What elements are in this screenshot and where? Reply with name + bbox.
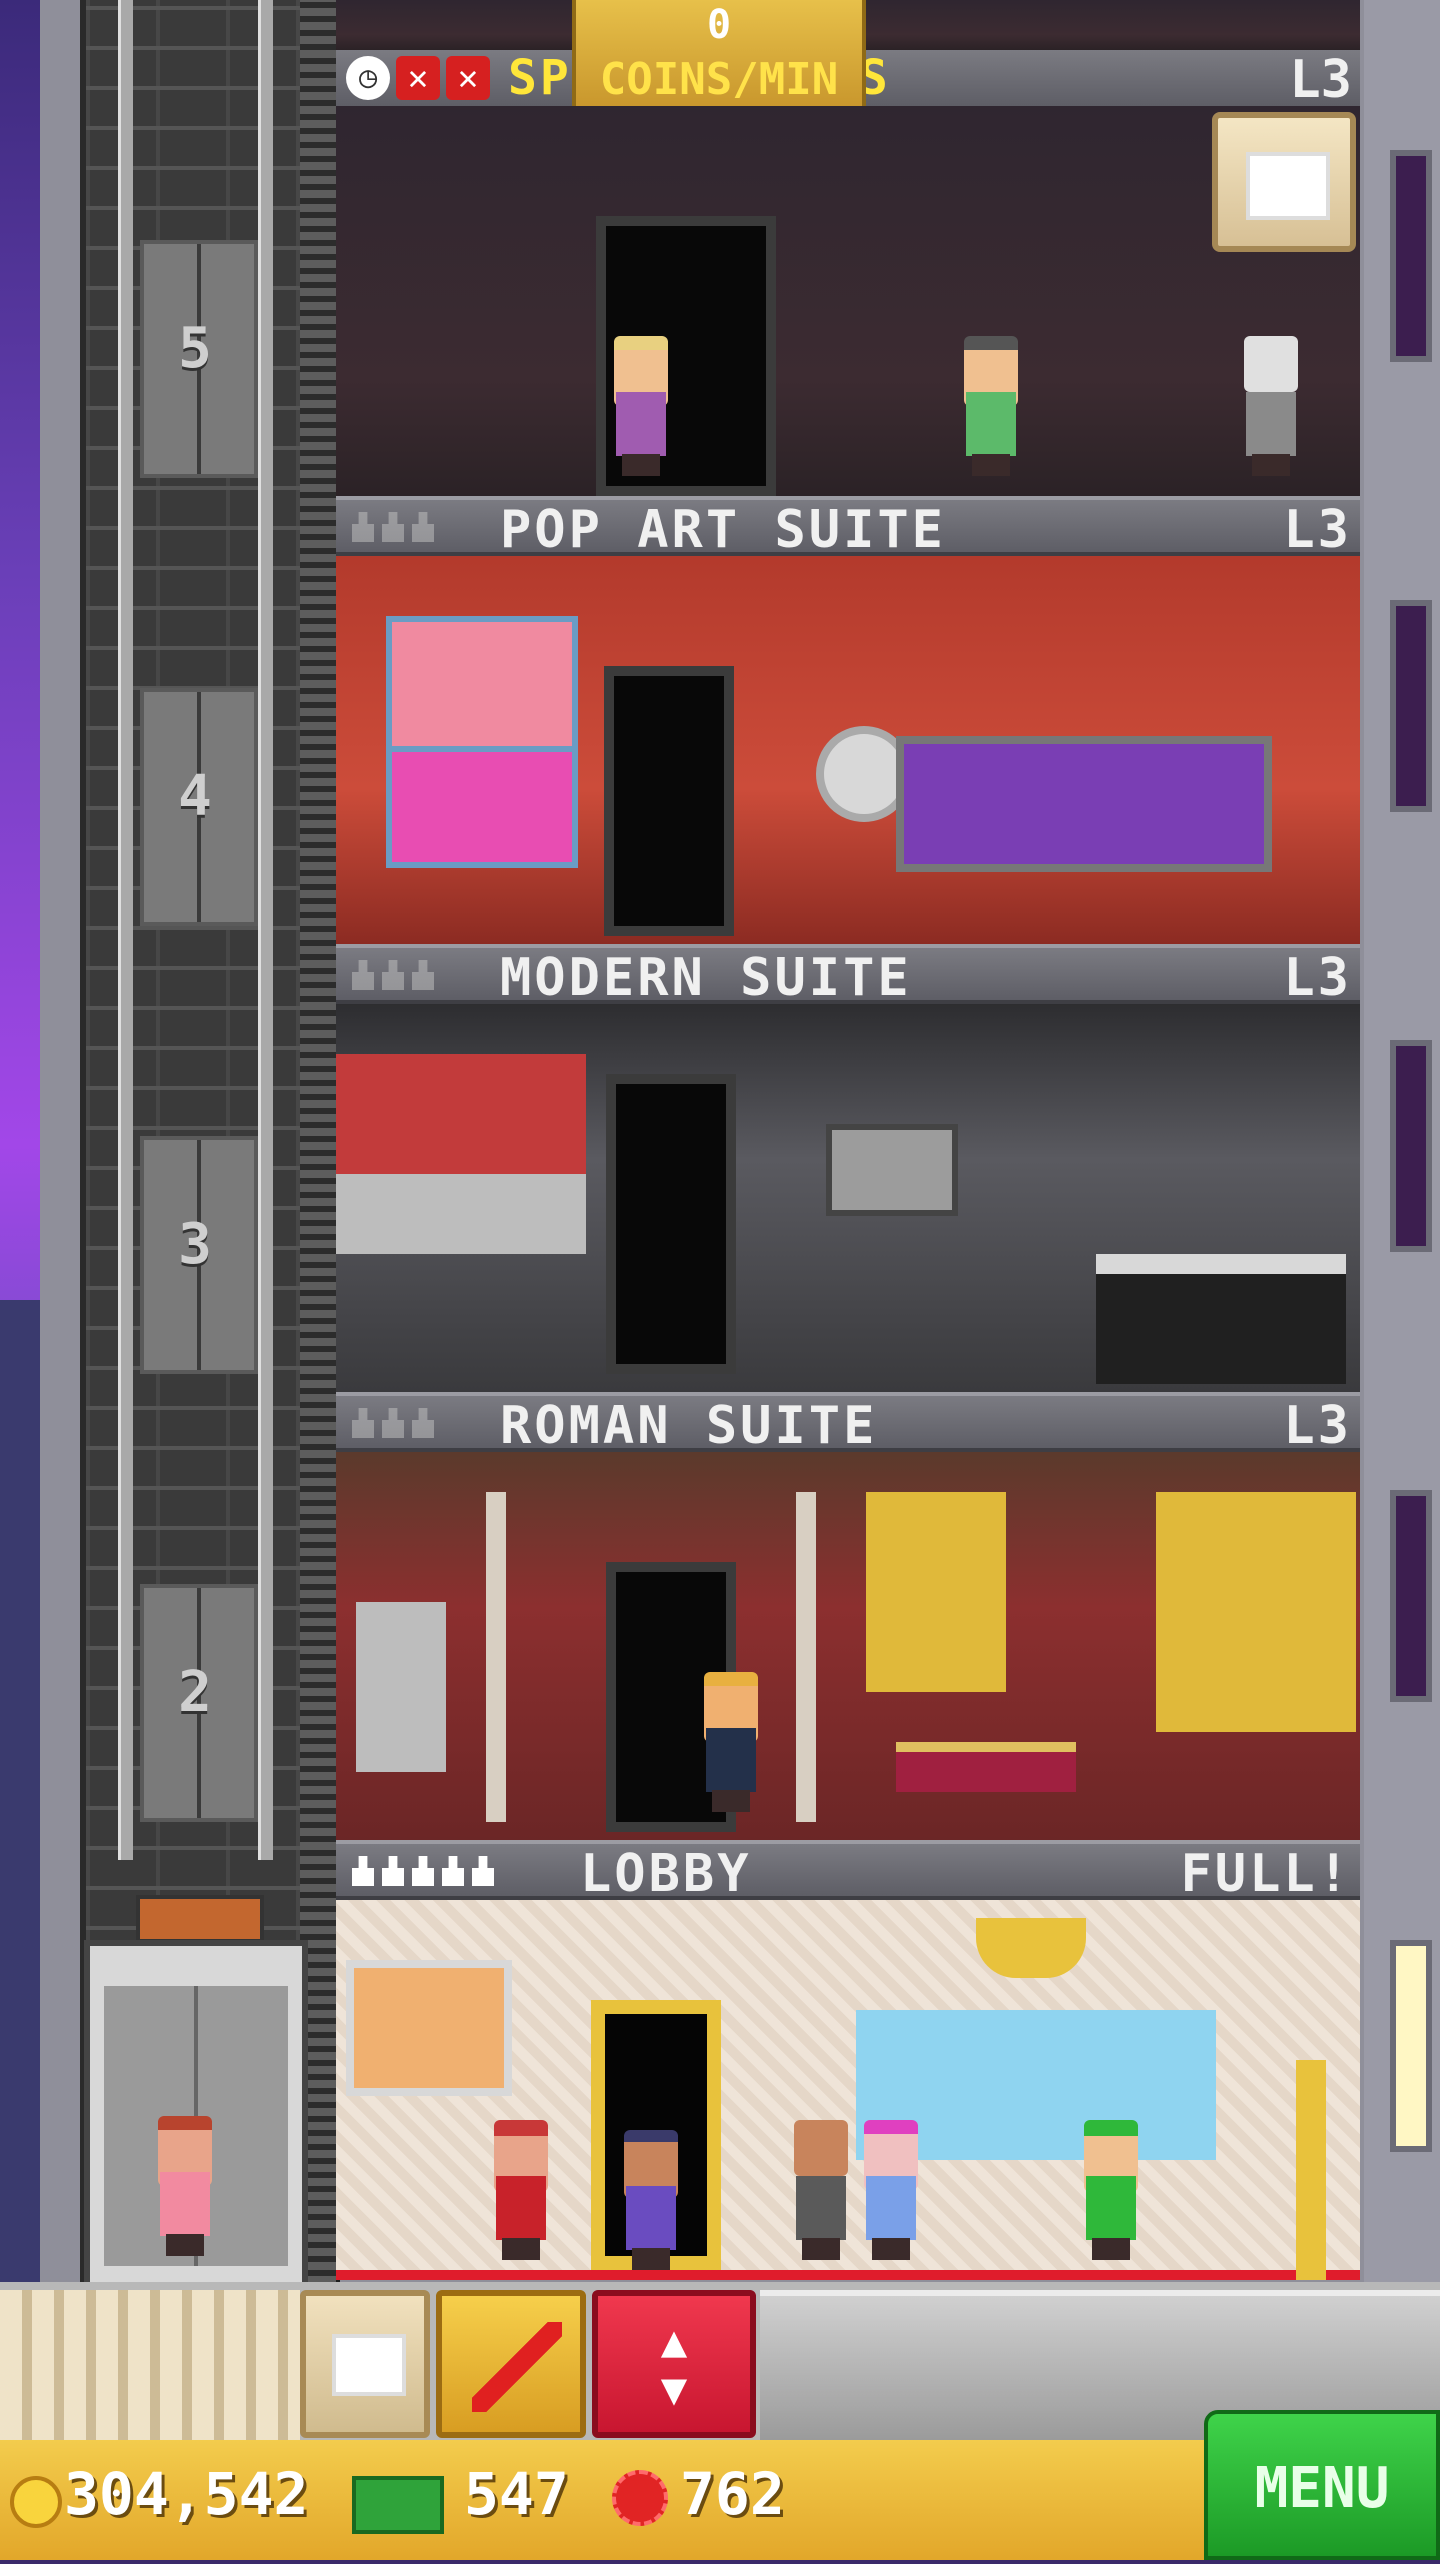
floor-level: L3 (1283, 500, 1352, 560)
room-door (604, 666, 734, 936)
pop-art-painting (386, 616, 578, 758)
elevator-passenger[interactable] (150, 2116, 220, 2256)
floor-label-roman-suite[interactable]: ROMAN SUITE L3 (336, 1392, 1360, 1456)
floor-level: L3 (1283, 948, 1352, 1008)
side-window (1390, 600, 1432, 812)
elevator-floor-number-3: 3 (178, 1212, 212, 1277)
side-window (1390, 150, 1432, 362)
occupancy-pips (352, 960, 434, 990)
elevator-car-top (136, 1895, 264, 1943)
bux-count: 547 (464, 2460, 569, 2528)
coins-per-min-label: COINS/MIN (599, 54, 839, 105)
floor-label-modern-suite[interactable]: MODERN SUITE L3 (336, 944, 1360, 1008)
x-icon: ✕ (396, 56, 440, 100)
bed (1096, 1254, 1346, 1384)
visitor[interactable] (786, 2120, 856, 2260)
chandelier (976, 1918, 1086, 1978)
floor-label-pop-art-suite[interactable]: POP ART SUITE L3 (336, 496, 1360, 560)
resident[interactable] (956, 336, 1026, 476)
elevator-rail-left (118, 0, 133, 1860)
menu-button[interactable]: MENU (1204, 2410, 1440, 2560)
elevator-rail-right (258, 0, 273, 1860)
elevator-arrows-icon: ▲ ▼ (660, 2316, 688, 2415)
clock-icon: ◷ (346, 56, 390, 100)
gems-count: 762 (680, 2460, 785, 2528)
floor-level: L3 (1283, 1396, 1352, 1456)
side-window (1390, 1040, 1432, 1252)
room-modern-suite[interactable] (336, 1004, 1360, 1392)
resident[interactable] (606, 336, 676, 476)
resident[interactable] (1236, 336, 1306, 476)
room-lobby[interactable] (336, 1900, 1360, 2280)
occupancy-pips (352, 1856, 494, 1886)
floor-level: L3 (1289, 50, 1352, 110)
room-roman-suite[interactable] (336, 1452, 1360, 1840)
wall-art (826, 1124, 958, 1216)
bellhop[interactable] (486, 2120, 556, 2260)
sunset-painting (346, 1960, 512, 2096)
elevator-button[interactable]: ▲ ▼ (592, 2290, 756, 2438)
column (486, 1492, 506, 1822)
visitor[interactable] (856, 2120, 926, 2260)
red-wall-panel (336, 1054, 586, 1174)
visitor[interactable] (616, 2130, 686, 2270)
room-door (606, 1074, 736, 1374)
floor-name: POP ART SUITE (500, 500, 946, 560)
coin-icon (10, 2476, 62, 2528)
floor-status: FULL! (1180, 1844, 1352, 1904)
occupancy-pips (352, 1408, 434, 1438)
elevator-floor-number-2: 2 (178, 1660, 212, 1725)
pop-art-painting (386, 746, 578, 868)
x-icon: ✕ (446, 56, 490, 100)
bux-icon (352, 2476, 444, 2534)
rocket-button[interactable] (436, 2290, 586, 2438)
rocket-icon (472, 2322, 562, 2412)
room-spooky-spots[interactable] (336, 106, 1360, 496)
curtain (1156, 1492, 1356, 1732)
purple-sofa (896, 736, 1272, 872)
side-window-lit (1390, 1940, 1432, 2152)
city-silhouette (0, 1300, 44, 2290)
shelf (336, 1174, 586, 1254)
floor-name: ROMAN SUITE (500, 1396, 878, 1456)
curtain (866, 1492, 1006, 1692)
visitor[interactable] (1076, 2120, 1146, 2260)
build-floor-button[interactable] (1212, 112, 1356, 252)
coins-count: 304,542 (64, 2460, 309, 2528)
floor-label-lobby[interactable]: LOBBY FULL! (336, 1840, 1360, 1904)
chaise-lounge (896, 1742, 1076, 1792)
occupancy-pips (352, 512, 434, 542)
crate-icon (1246, 152, 1330, 220)
coins-per-min-tab[interactable]: 0 COINS/MIN (572, 0, 866, 114)
toolbar-rack (0, 2290, 300, 2440)
room-pop-art-suite[interactable] (336, 556, 1360, 944)
elevator-floor-number-5: 5 (178, 316, 212, 381)
build-button[interactable] (300, 2290, 430, 2438)
crate-icon (332, 2334, 406, 2396)
elevator-car[interactable] (84, 1940, 308, 2292)
floor-name: MODERN SUITE (500, 948, 912, 1008)
coins-per-min-value: 0 (706, 2, 732, 48)
column (796, 1492, 816, 1822)
side-window (1390, 1490, 1432, 1702)
floor-status-icons: ◷ ✕ ✕ (346, 56, 490, 100)
gem-icon (612, 2470, 668, 2526)
lamp (1296, 2060, 1326, 2280)
floor-name: LOBBY (580, 1844, 752, 1904)
statue (356, 1602, 446, 1772)
resident[interactable] (696, 1672, 766, 1812)
elevator-floor-number-4: 4 (178, 764, 212, 829)
